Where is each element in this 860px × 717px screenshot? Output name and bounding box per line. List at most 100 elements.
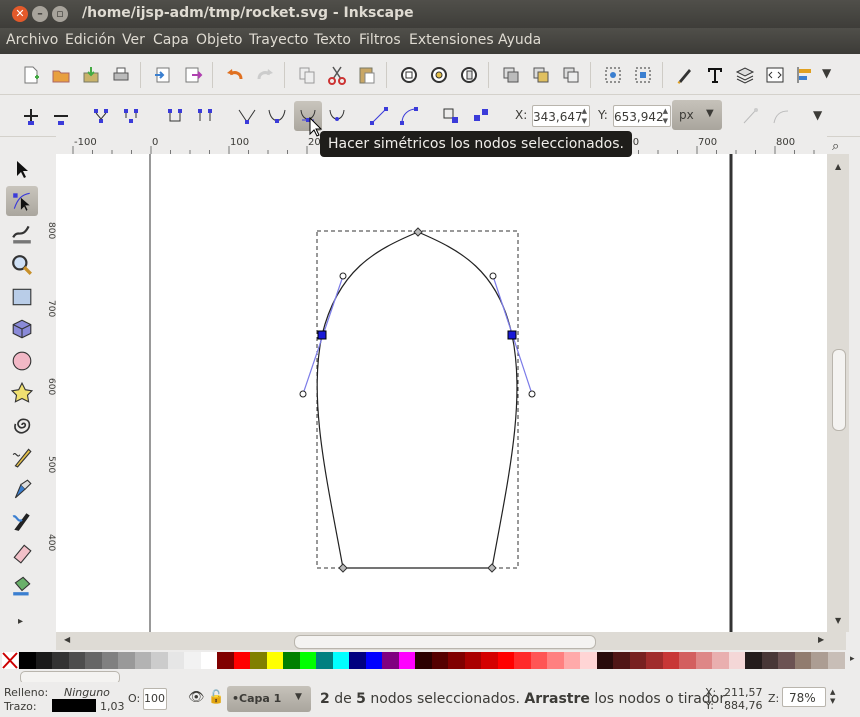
palette-swatch[interactable]	[134, 652, 152, 669]
spin-arrows-icon[interactable]: ▲ ▼	[582, 106, 587, 126]
node-handle[interactable]	[489, 272, 497, 280]
node-tool-icon[interactable]	[6, 186, 38, 216]
selected-node[interactable]	[317, 330, 327, 340]
palette-scroll-icon[interactable]: ▸	[850, 654, 855, 664]
eraser-tool-icon[interactable]	[6, 538, 38, 568]
break-path-icon[interactable]	[118, 103, 144, 129]
menu-ayuda[interactable]: Ayuda	[498, 32, 541, 48]
layer-selector[interactable]: •Capa 1 ▼	[227, 686, 311, 712]
menu-texto[interactable]: Texto	[314, 32, 351, 48]
palette-swatch[interactable]	[827, 652, 845, 669]
cusp-node[interactable]	[413, 227, 423, 237]
duplicate-icon[interactable]	[498, 62, 524, 88]
palette-swatch[interactable]	[431, 652, 449, 669]
xml-editor-icon[interactable]	[762, 62, 788, 88]
palette-swatch[interactable]	[118, 652, 135, 669]
unit-selector[interactable]: px ▼	[672, 100, 722, 130]
zoom-drawing-icon[interactable]	[426, 62, 452, 88]
stroke-to-path-icon[interactable]	[468, 103, 494, 129]
palette-swatch[interactable]	[596, 652, 614, 669]
toggle-visibility-icon[interactable]: 👁	[188, 690, 205, 705]
vertical-scroll-thumb[interactable]	[832, 349, 846, 431]
menu-extensiones[interactable]: Extensiones	[409, 32, 494, 48]
palette-swatch[interactable]	[728, 652, 746, 669]
palette-swatch[interactable]	[547, 652, 564, 669]
zoom-spin-icon[interactable]: ▲ ▼	[830, 688, 835, 706]
node-handle[interactable]	[339, 272, 347, 280]
paint-bucket-tool-icon[interactable]	[6, 570, 38, 600]
cusp-node[interactable]	[338, 563, 348, 573]
palette-swatch[interactable]	[646, 652, 663, 669]
no-paint-swatch-icon[interactable]	[2, 652, 18, 669]
align-distribute-icon[interactable]	[792, 62, 818, 88]
palette-swatch[interactable]	[415, 652, 432, 669]
stroke-width-value[interactable]: 1,03	[100, 700, 125, 713]
zoom-corner-icon[interactable]: ⌕	[832, 139, 839, 154]
undo-icon[interactable]	[222, 62, 248, 88]
palette-swatch[interactable]	[497, 652, 515, 669]
horizontal-scrollbar[interactable]: ◀ ▶	[56, 632, 846, 650]
scroll-left-icon[interactable]: ◀	[64, 635, 70, 644]
palette-swatch[interactable]	[151, 652, 168, 669]
redo-icon[interactable]	[252, 62, 278, 88]
opacity-field[interactable]: 100	[143, 688, 167, 710]
zoom-tool-icon[interactable]	[6, 250, 38, 280]
new-document-icon[interactable]	[18, 62, 44, 88]
menu-ver[interactable]: Ver	[122, 32, 145, 48]
palette-swatch[interactable]	[712, 652, 729, 669]
maximize-window-button[interactable]: ▫	[52, 6, 68, 22]
layers-icon[interactable]	[732, 62, 758, 88]
scroll-up-icon[interactable]: ▲	[835, 162, 841, 171]
stroke-color-swatch[interactable]	[52, 699, 96, 712]
star-tool-icon[interactable]	[6, 378, 38, 408]
menu-edicion[interactable]: Edición	[65, 32, 116, 48]
palette-swatch[interactable]	[563, 652, 581, 669]
palette-swatch[interactable]	[662, 652, 680, 669]
menu-archivo[interactable]: Archivo	[6, 32, 58, 48]
node-cusp-icon[interactable]	[234, 103, 260, 129]
palette-swatch[interactable]	[382, 652, 399, 669]
palette-swatch[interactable]	[233, 652, 251, 669]
palette-swatch[interactable]	[464, 652, 482, 669]
rocket-path[interactable]	[316, 231, 518, 569]
scroll-right-icon[interactable]: ▶	[818, 635, 824, 644]
calligraphy-tool-icon[interactable]	[6, 506, 38, 536]
palette-swatch[interactable]	[481, 652, 498, 669]
insert-node-icon[interactable]	[18, 103, 44, 129]
delete-node-icon[interactable]	[48, 103, 74, 129]
palette-swatch[interactable]	[745, 652, 762, 669]
show-handles-icon[interactable]	[738, 103, 764, 129]
palette-swatch[interactable]	[250, 652, 267, 669]
3d-box-tool-icon[interactable]	[6, 314, 38, 344]
menu-filtros[interactable]: Filtros	[359, 32, 401, 48]
palette-swatch[interactable]	[761, 652, 779, 669]
close-window-button[interactable]: ✕	[12, 6, 28, 22]
palette-swatch[interactable]	[35, 652, 53, 669]
delete-segment-icon[interactable]	[192, 103, 218, 129]
palette-swatch[interactable]	[398, 652, 416, 669]
node-smooth-icon[interactable]	[264, 103, 290, 129]
palette-swatch[interactable]	[19, 652, 36, 669]
pen-tool-icon[interactable]	[6, 474, 38, 504]
palette-swatch[interactable]	[448, 652, 465, 669]
vertical-scrollbar[interactable]: ▲ ▼	[827, 154, 849, 632]
zoom-field[interactable]: 78%	[782, 687, 826, 707]
segment-curve-icon[interactable]	[396, 103, 422, 129]
object-to-path-icon[interactable]	[438, 103, 464, 129]
open-file-icon[interactable]	[48, 62, 74, 88]
palette-swatch[interactable]	[266, 652, 284, 669]
palette-swatch[interactable]	[184, 652, 201, 669]
spin-arrows-icon[interactable]: ▲ ▼	[663, 106, 668, 126]
spiral-tool-icon[interactable]	[6, 410, 38, 440]
segment-line-icon[interactable]	[366, 103, 392, 129]
scroll-down-icon[interactable]: ▼	[835, 616, 841, 625]
palette-swatch[interactable]	[52, 652, 69, 669]
clone-icon[interactable]	[528, 62, 554, 88]
palette-swatch[interactable]	[316, 652, 333, 669]
selected-node[interactable]	[507, 330, 517, 340]
minimize-window-button[interactable]: –	[32, 6, 48, 22]
palette-swatch[interactable]	[299, 652, 317, 669]
ellipse-tool-icon[interactable]	[6, 346, 38, 376]
copy-icon[interactable]	[294, 62, 320, 88]
selector-tool-icon[interactable]	[6, 154, 38, 184]
